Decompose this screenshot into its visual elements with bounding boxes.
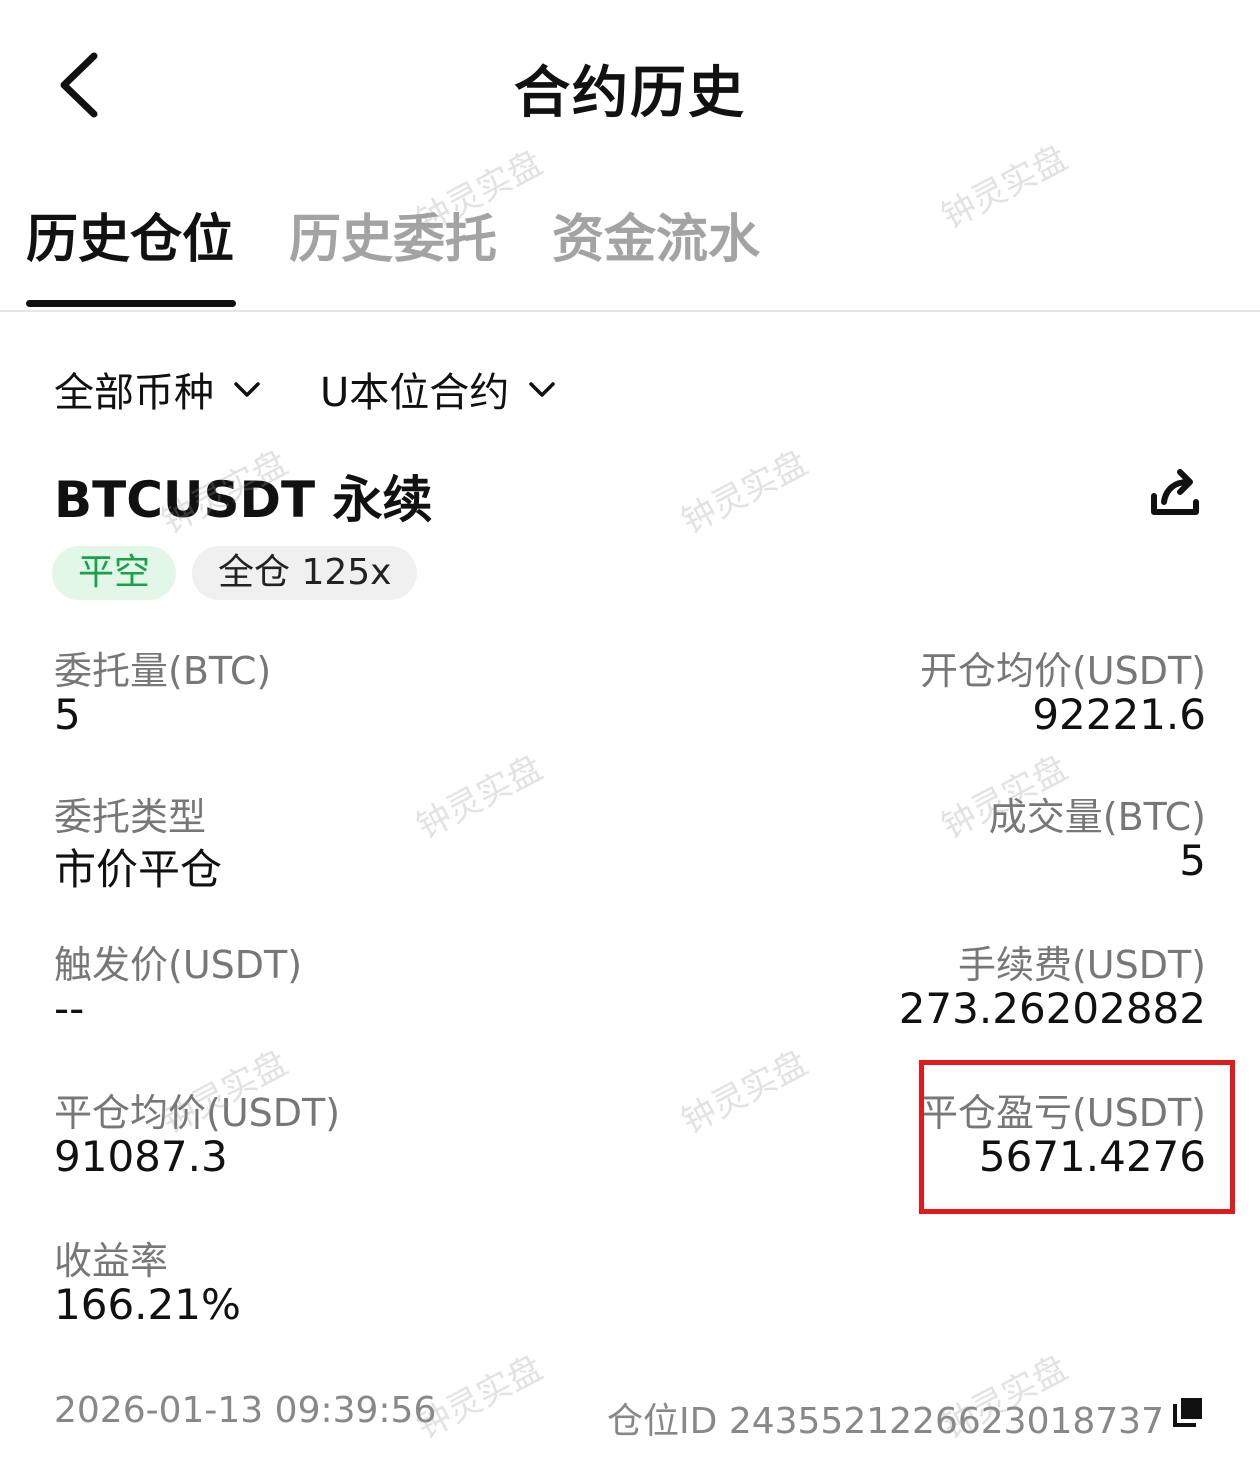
- order-type-label: 委托类型: [54, 795, 207, 839]
- coin-filter-label: 全部币种: [54, 370, 214, 416]
- header: 合约历史: [0, 0, 1260, 160]
- close-timestamp: 2026-01-13 09:39:56: [54, 1390, 437, 1431]
- chevron-down-icon: [234, 382, 260, 397]
- fee-label: 手续费(USDT): [957, 943, 1206, 987]
- roi-value: 166.21%: [54, 1280, 241, 1329]
- tab-history-positions[interactable]: 历史仓位: [26, 197, 234, 272]
- tab-fund-flow[interactable]: 资金流水: [552, 197, 760, 272]
- contract-filter-label: U本位合约: [320, 370, 510, 416]
- filled-qty-value: 5: [1179, 836, 1206, 885]
- watermark: 钟灵实盘: [675, 443, 815, 543]
- order-qty-label: 委托量(BTC): [54, 649, 272, 693]
- close-avg-price-label: 平仓均价(USDT): [54, 1091, 341, 1135]
- side-badge: 平空: [52, 546, 177, 600]
- order-qty-value: 5: [54, 690, 81, 739]
- margin-mode-badge: 全仓 125x: [192, 546, 418, 600]
- share-button[interactable]: [1148, 466, 1204, 522]
- page-title: 合约历史: [514, 61, 746, 126]
- trigger-price-value: --: [54, 984, 85, 1033]
- coin-filter-dropdown[interactable]: 全部币种: [54, 360, 262, 418]
- position-id: 仓位ID 2435521226623018737: [607, 1401, 1164, 1442]
- tab-history-orders[interactable]: 历史委托: [289, 197, 497, 272]
- position-symbol: BTCUSDT 永续: [54, 471, 433, 529]
- roi-label: 收益率: [54, 1239, 169, 1283]
- watermark: 钟灵实盘: [410, 748, 550, 848]
- pnl-highlight-box: [919, 1060, 1235, 1214]
- share-icon: [1151, 469, 1199, 515]
- filled-qty-label: 成交量(BTC): [988, 795, 1206, 839]
- copy-button[interactable]: [1172, 1396, 1204, 1428]
- open-avg-price-label: 开仓均价(USDT): [919, 649, 1206, 693]
- close-avg-price-value: 91087.3: [54, 1132, 228, 1181]
- order-type-value: 市价平仓: [54, 845, 223, 894]
- tab-bar: 历史仓位 历史委托 资金流水: [0, 185, 1260, 312]
- contract-filter-dropdown[interactable]: U本位合约: [320, 360, 557, 418]
- watermark: 钟灵实盘: [675, 1043, 815, 1143]
- fee-value: 273.26202882: [898, 984, 1206, 1033]
- trigger-price-label: 触发价(USDT): [54, 943, 303, 987]
- active-tab-indicator: [26, 300, 236, 307]
- open-avg-price-value: 92221.6: [1032, 690, 1206, 739]
- copy-icon: [1173, 1398, 1202, 1427]
- chevron-down-icon: [529, 382, 556, 397]
